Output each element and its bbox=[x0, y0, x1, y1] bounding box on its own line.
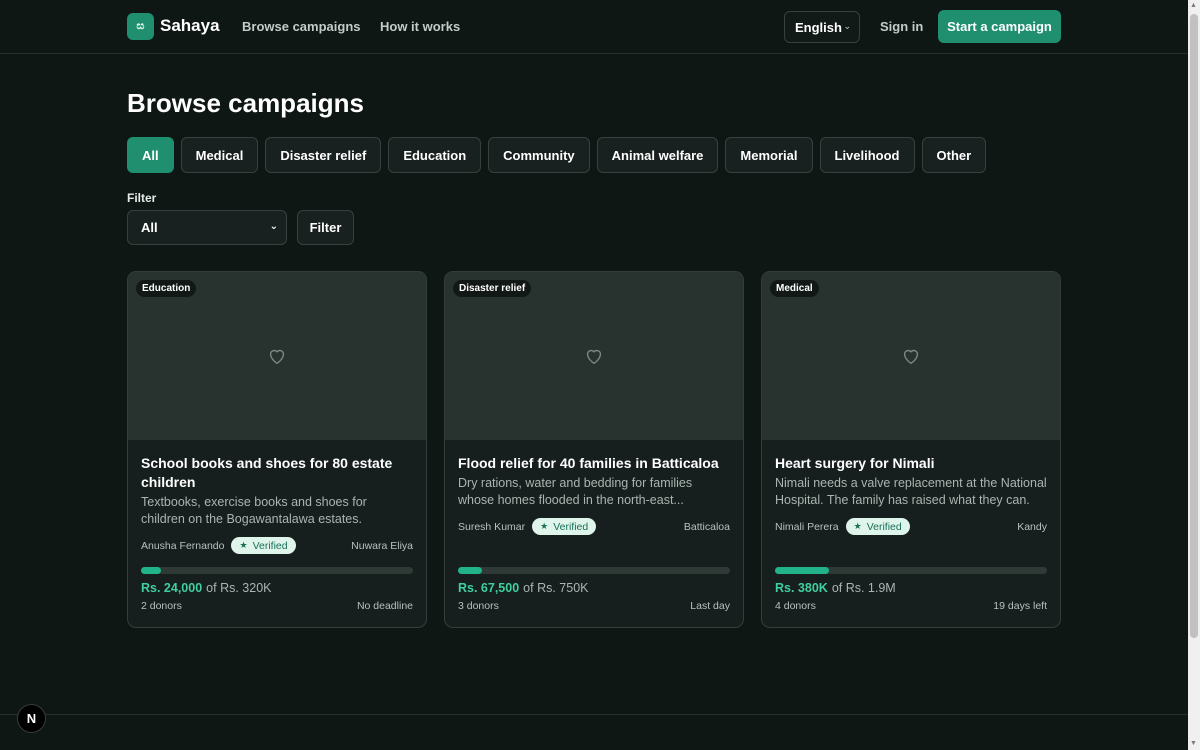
dev-tools-badge[interactable]: N bbox=[17, 704, 46, 733]
brand-name[interactable]: Sahaya bbox=[160, 16, 220, 36]
progress-fill bbox=[458, 567, 483, 574]
category-badge: Education bbox=[136, 280, 197, 297]
campaign-location: Nuwara Eliya bbox=[351, 539, 413, 552]
organizer-name: Anusha Fernando bbox=[141, 539, 225, 552]
progress-fill bbox=[775, 567, 830, 574]
verified-badge: ★ Verified bbox=[532, 518, 597, 535]
deadline: 19 days left bbox=[993, 600, 1047, 612]
heart-icon[interactable] bbox=[266, 345, 288, 367]
chip-other[interactable]: Other bbox=[921, 137, 987, 173]
campaign-description: Dry rations, water and bedding for famil… bbox=[458, 476, 693, 507]
nav-how-it-works[interactable]: How it works bbox=[380, 19, 460, 34]
goal-amount: of Rs. 1.9M bbox=[831, 581, 896, 595]
raised-amount: Rs. 67,500 bbox=[458, 581, 520, 595]
campaign-title[interactable]: Heart surgery for Nimali bbox=[775, 454, 1047, 473]
chevron-down-icon: ⌄ bbox=[269, 221, 278, 232]
raised-amount: Rs. 24,000 bbox=[141, 581, 203, 595]
amount-row: Rs. 24,000 of Rs. 320K bbox=[141, 581, 413, 595]
start-campaign-button[interactable]: Start a campaign bbox=[938, 10, 1061, 43]
organizer-name: Suresh Kumar bbox=[458, 520, 526, 533]
filter-button[interactable]: Filter bbox=[297, 210, 354, 245]
site-header: ස Sahaya Browse campaigns How it works E… bbox=[0, 0, 1188, 54]
category-filter-chips: All Medical Disaster relief Education Co… bbox=[127, 137, 987, 173]
chip-memorial[interactable]: Memorial bbox=[725, 137, 813, 173]
organizer-name: Nimali Perera bbox=[775, 520, 839, 533]
category-badge: Disaster relief bbox=[453, 280, 532, 297]
verified-badge: ★ Verified bbox=[845, 518, 910, 535]
chip-medical[interactable]: Medical bbox=[180, 137, 259, 173]
card-body: Flood relief for 40 families in Battical… bbox=[458, 454, 730, 509]
campaign-location: Kandy bbox=[1017, 520, 1047, 533]
campaign-description: Textbooks, exercise books and shoes for … bbox=[141, 495, 367, 526]
chip-education[interactable]: Education bbox=[388, 137, 482, 173]
filter-select-value: All bbox=[141, 220, 158, 235]
deadline: No deadline bbox=[356, 600, 413, 612]
language-select[interactable]: English ⌄ bbox=[784, 11, 860, 43]
chip-livelihood[interactable]: Livelihood bbox=[819, 137, 915, 173]
donor-count: 3 donors bbox=[458, 600, 499, 612]
chip-community[interactable]: Community bbox=[488, 137, 590, 173]
progress-bar bbox=[141, 567, 413, 574]
chevron-down-icon: ⌄ bbox=[843, 21, 851, 31]
scrollbar-thumb[interactable] bbox=[1190, 14, 1198, 638]
amount-row: Rs. 67,500 of Rs. 750K bbox=[458, 581, 730, 595]
chip-all[interactable]: All bbox=[127, 137, 174, 173]
donor-count: 4 donors bbox=[775, 600, 816, 612]
campaign-description: Nimali needs a valve replacement at the … bbox=[775, 476, 1047, 507]
campaign-location: Batticaloa bbox=[683, 520, 730, 533]
campaign-title[interactable]: Flood relief for 40 families in Battical… bbox=[458, 454, 730, 473]
filter-label: Filter bbox=[127, 191, 157, 205]
raised-amount: Rs. 380K bbox=[775, 581, 828, 595]
verified-label: Verified bbox=[866, 520, 902, 533]
verified-label: Verified bbox=[553, 520, 589, 533]
page-title: Browse campaigns bbox=[127, 88, 364, 118]
progress-fill bbox=[141, 567, 162, 574]
card-body: School books and shoes for 80 estate chi… bbox=[141, 454, 413, 528]
goal-amount: of Rs. 320K bbox=[206, 581, 272, 595]
card-body: Heart surgery for Nimali Nimali needs a … bbox=[775, 454, 1047, 509]
scroll-up-arrow-icon[interactable]: ▲ bbox=[1190, 2, 1197, 9]
campaign-card[interactable]: Disaster relief Flood relief for 40 fami… bbox=[444, 271, 744, 628]
card-footer: 2 donors No deadline bbox=[141, 600, 413, 612]
progress-bar bbox=[775, 567, 1047, 574]
heart-icon[interactable] bbox=[583, 345, 605, 367]
star-icon: ★ bbox=[540, 521, 549, 531]
verified-label: Verified bbox=[252, 539, 288, 552]
chip-disaster-relief[interactable]: Disaster relief bbox=[265, 137, 382, 173]
vertical-scrollbar[interactable]: ▲ ▼ bbox=[1188, 0, 1200, 750]
nav-browse-campaigns[interactable]: Browse campaigns bbox=[242, 19, 361, 34]
campaign-card[interactable]: Medical Heart surgery for Nimali Nimali … bbox=[761, 271, 1061, 628]
card-footer: 4 donors 19 days left bbox=[775, 600, 1047, 612]
chip-animal-welfare[interactable]: Animal welfare bbox=[596, 137, 719, 173]
campaign-meta: Suresh Kumar ★ Verified Batticaloa bbox=[458, 518, 730, 535]
star-icon: ★ bbox=[239, 540, 248, 550]
filter-select[interactable]: All ⌄ bbox=[127, 210, 287, 245]
verified-badge: ★ Verified bbox=[231, 537, 296, 554]
campaign-title[interactable]: School books and shoes for 80 estate chi… bbox=[141, 454, 413, 492]
campaign-card[interactable]: Education School books and shoes for 80 … bbox=[127, 271, 427, 628]
language-value: English bbox=[795, 19, 842, 35]
heart-icon[interactable] bbox=[900, 345, 922, 367]
goal-amount: of Rs. 750K bbox=[523, 581, 589, 595]
campaign-meta: Anusha Fernando ★ Verified Nuwara Eliya bbox=[141, 537, 413, 554]
campaign-image-placeholder: Disaster relief bbox=[445, 272, 743, 440]
footer-divider bbox=[0, 714, 1188, 715]
amount-row: Rs. 380K of Rs. 1.9M bbox=[775, 581, 1047, 595]
star-icon: ★ bbox=[853, 521, 862, 531]
card-footer: 3 donors Last day bbox=[458, 600, 730, 612]
scroll-down-arrow-icon[interactable]: ▼ bbox=[1190, 740, 1197, 747]
campaign-image-placeholder: Education bbox=[128, 272, 426, 440]
progress-bar bbox=[458, 567, 730, 574]
campaign-meta: Nimali Perera ★ Verified Kandy bbox=[775, 518, 1047, 535]
category-badge: Medical bbox=[770, 280, 819, 297]
campaign-image-placeholder: Medical bbox=[762, 272, 1060, 440]
donor-count: 2 donors bbox=[141, 600, 182, 612]
deadline: Last day bbox=[690, 600, 730, 612]
logo-icon[interactable]: ස bbox=[127, 13, 154, 40]
sign-in-link[interactable]: Sign in bbox=[880, 19, 923, 34]
